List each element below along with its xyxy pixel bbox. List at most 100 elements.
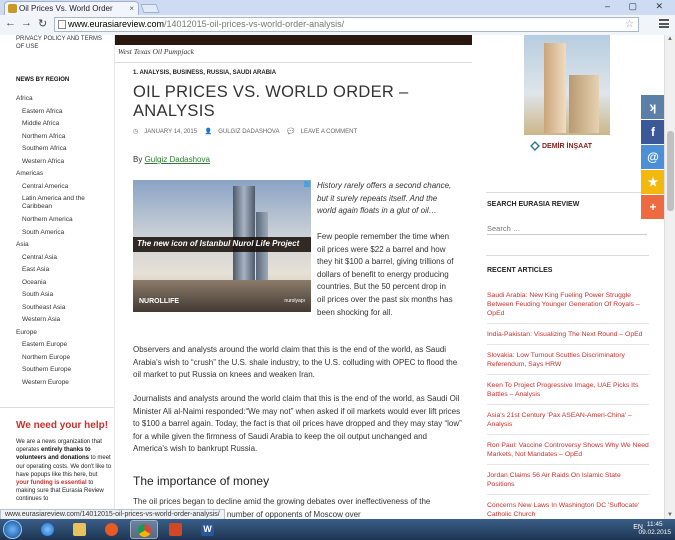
ie-icon — [41, 523, 54, 536]
recent-articles-list: Saudi Arabia: New King Fueling Power Str… — [487, 291, 649, 519]
divider — [115, 62, 472, 63]
region-western-europe[interactable]: Western Europe — [16, 379, 114, 392]
leave-comment-link[interactable]: LEAVE A COMMENT — [301, 129, 358, 135]
recent-article-link[interactable]: Asia's 21st Century 'Pax ASEAN-Ameri-Chi… — [487, 411, 649, 435]
region-south-asia[interactable]: South Asia — [16, 291, 114, 304]
recent-article-link[interactable]: Concerns New Laws In Washington DC 'Suff… — [487, 501, 649, 519]
inline-ad[interactable]: The new icon of Istanbul Nurol Life Proj… — [133, 180, 311, 312]
region-northern-africa[interactable]: Northern Africa — [16, 133, 114, 146]
region-central-asia[interactable]: Central Asia — [16, 254, 114, 267]
paragraph-2: Observers and analysts around the world … — [133, 345, 458, 380]
forward-icon[interactable]: → — [21, 17, 32, 29]
article-date[interactable]: JANUARY 14, 2015 — [144, 129, 197, 135]
user-icon: 👤 — [204, 129, 213, 135]
vk-share-icon[interactable]: ʞ — [641, 95, 665, 119]
favorite-share-icon[interactable]: ★ — [641, 170, 665, 194]
region-africa[interactable]: Africa — [16, 95, 114, 108]
privacy-link[interactable]: PRIVACY POLICY AND TERMS OF USE — [16, 35, 106, 51]
more-share-icon[interactable]: + — [641, 195, 665, 219]
browser-chrome: Oil Prices Vs. World Order × – ▢ ✕ ← → ↻… — [0, 0, 675, 35]
region-asia[interactable]: Asia — [16, 241, 114, 254]
region-europe[interactable]: Europe — [16, 329, 114, 342]
taskbar-chrome[interactable] — [130, 520, 158, 539]
menu-icon[interactable] — [659, 19, 669, 28]
address-bar[interactable]: www.eurasiareview.com/14012015-oil-price… — [54, 17, 639, 32]
byline: By Gulgiz Dadashova — [133, 155, 210, 164]
left-sidebar: PRIVACY POLICY AND TERMS OF USE NEWS BY … — [0, 35, 115, 519]
region-east-asia[interactable]: East Asia — [16, 266, 114, 279]
divider — [0, 407, 114, 408]
word-icon: W — [201, 523, 214, 536]
region-central-america[interactable]: Central America — [16, 183, 114, 196]
powerpoint-icon — [169, 523, 182, 536]
region-northern-europe[interactable]: Northern Europe — [16, 354, 114, 367]
clock-time: 11:45 — [646, 521, 663, 528]
search-input[interactable] — [487, 223, 647, 235]
region-western-africa[interactable]: Western Africa — [16, 158, 114, 171]
region-latin-america[interactable]: Latin America and the Caribbean — [16, 195, 114, 216]
recent-article-link[interactable]: India-Pakistan: Visualizing The Next Rou… — [487, 330, 649, 345]
paragraph-3: Journalists and analysts around the worl… — [133, 394, 462, 454]
taskbar-ie[interactable] — [34, 520, 62, 539]
search-heading: SEARCH EURASIA REVIEW — [487, 201, 580, 208]
recent-article-link[interactable]: Ron Paul: Vaccine Controversy Shows Why … — [487, 441, 649, 465]
scroll-down-icon[interactable]: ▼ — [667, 512, 673, 518]
recent-article-link[interactable]: Jordan Claims 56 Air Raids On Islamic St… — [487, 471, 649, 495]
region-eastern-africa[interactable]: Eastern Africa — [16, 108, 114, 121]
start-button[interactable] — [3, 520, 22, 539]
article-author-meta[interactable]: GULGIZ DADASHOVA — [218, 129, 279, 135]
region-americas[interactable]: Americas — [16, 170, 114, 183]
region-oceania[interactable]: Oceania — [16, 279, 114, 292]
article-meta: ◷ JANUARY 14, 2015 👤 GULGIZ DADASHOVA 💬 LEA… — [133, 128, 363, 135]
taskbar-media[interactable] — [98, 520, 126, 539]
facebook-share-icon[interactable]: f — [641, 120, 665, 144]
clock[interactable]: 11:45 09.02.2015 — [638, 521, 671, 537]
media-player-icon — [105, 523, 118, 536]
recent-article-link[interactable]: Saudi Arabia: New King Fueling Power Str… — [487, 291, 649, 324]
region-northern-america[interactable]: Northern America — [16, 216, 114, 229]
ad-plate — [524, 135, 610, 165]
region-western-asia[interactable]: Western Asia — [16, 316, 114, 329]
bookmark-star-icon[interactable]: ☆ — [625, 18, 634, 31]
author-link[interactable]: Gulgiz Dadashova — [145, 155, 210, 164]
sidebar-ad[interactable]: DEMİR İNŞAAT — [524, 35, 610, 165]
reload-icon[interactable]: ↻ — [38, 17, 47, 30]
region-list: Africa Eastern Africa Middle Africa Nort… — [16, 95, 114, 391]
windows-taskbar: W EN 11:45 09.02.2015 — [0, 519, 675, 540]
taskbar-powerpoint[interactable] — [162, 520, 190, 539]
chrome-icon — [138, 524, 151, 537]
region-southern-africa[interactable]: Southern Africa — [16, 145, 114, 158]
taskbar-word[interactable]: W — [194, 520, 222, 539]
ad-logo: NUROLLIFE — [139, 298, 180, 305]
help-text: We are a news organization that operates… — [16, 438, 112, 504]
page-icon — [58, 20, 66, 29]
folder-icon — [73, 523, 86, 536]
article-categories[interactable]: 1. ANALYSIS, BUSINESS, RUSSIA, SAUDI ARA… — [133, 70, 276, 76]
hero-image — [115, 35, 472, 45]
comment-icon: 💬 — [287, 129, 295, 135]
region-southeast-asia[interactable]: Southeast Asia — [16, 304, 114, 317]
recent-article-link[interactable]: Slovakia: Low Turnout Scuttles Discrimin… — [487, 351, 649, 375]
tab-close-icon[interactable]: × — [129, 2, 134, 15]
scroll-up-icon[interactable]: ▲ — [667, 36, 673, 42]
page-scrollbar[interactable]: ▲ ▼ — [664, 35, 675, 519]
new-tab-button[interactable] — [140, 4, 160, 13]
region-southern-europe[interactable]: Southern Europe — [16, 366, 114, 379]
email-share-icon[interactable]: @ — [641, 145, 665, 169]
ad-building-2 — [569, 75, 599, 133]
region-eastern-europe[interactable]: Eastern Europe — [16, 341, 114, 354]
recent-article-link[interactable]: Keen To Project Progressive Image, UAE P… — [487, 381, 649, 405]
byline-by: By — [133, 155, 145, 164]
ad-headline: The new icon of Istanbul Nurol Life Proj… — [137, 239, 300, 248]
article-title: OIL PRICES VS. WORLD ORDER – ANALYSIS — [133, 83, 409, 120]
region-middle-africa[interactable]: Middle Africa — [16, 120, 114, 133]
back-icon[interactable]: ← — [5, 17, 16, 29]
section-heading: The importance of money — [133, 474, 270, 488]
taskbar-explorer[interactable] — [66, 520, 94, 539]
browser-tab[interactable]: Oil Prices Vs. World Order × — [4, 1, 139, 15]
scrollbar-thumb[interactable] — [667, 131, 674, 211]
region-south-america[interactable]: South America — [16, 229, 114, 242]
recent-articles-heading: RECENT ARTICLES — [487, 267, 553, 274]
window-controls[interactable]: – ▢ ✕ — [605, 1, 671, 12]
adchoices-icon[interactable] — [304, 181, 310, 187]
